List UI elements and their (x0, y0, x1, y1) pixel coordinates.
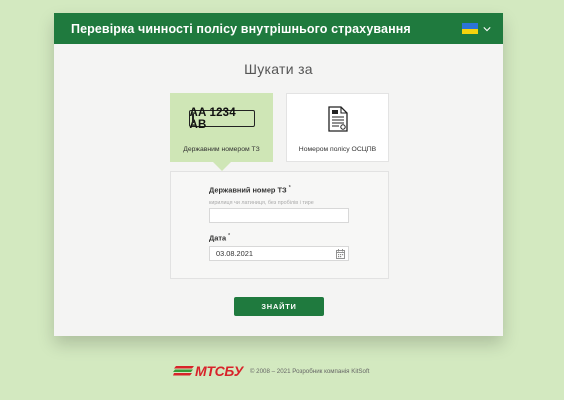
search-form: Державний номер ТЗ * кирилиця чи латиниц… (170, 171, 389, 279)
search-heading: Шукати за (244, 61, 313, 77)
logo-stripes-icon (173, 366, 194, 376)
search-by-policy-option[interactable]: Номером полісу ОСЦПВ (286, 93, 389, 162)
license-plate-icon: AA 1234 AB (188, 107, 255, 131)
main-card: Перевірка чинності полісу внутрішнього с… (54, 13, 503, 336)
chevron-down-icon (483, 26, 491, 31)
document-icon (327, 106, 348, 132)
calendar-icon[interactable] (336, 249, 345, 259)
ukraine-flag-icon (462, 23, 478, 34)
search-by-policy-label: Номером полісу ОСЦПВ (298, 146, 377, 153)
date-value: 03.08.2021 (216, 249, 253, 258)
plate-field-hint: кирилиця чи латиниця, без пробілів і тир… (209, 200, 314, 206)
search-submit-button[interactable]: ЗНАЙТИ (234, 297, 324, 316)
search-by-plate-label: Державним номером ТЗ (183, 146, 260, 153)
plate-number-input[interactable] (209, 208, 349, 223)
language-selector[interactable] (462, 23, 491, 34)
search-by-plate-option[interactable]: AA 1234 AB Державним номером ТЗ (170, 93, 273, 162)
header-bar: Перевірка чинності полісу внутрішнього с… (54, 13, 503, 44)
footer: МТСБУ © 2008 – 2021 Розробник компанія K… (173, 363, 369, 379)
selected-option-pointer (213, 162, 231, 171)
date-input[interactable]: 03.08.2021 (209, 246, 349, 261)
date-field-label: Дата * (209, 233, 231, 243)
logo-text: МТСБУ (195, 363, 243, 379)
plate-field-label: Державний номер ТЗ * (209, 185, 291, 195)
mtsbu-logo[interactable]: МТСБУ (173, 363, 243, 379)
page-title: Перевірка чинності полісу внутрішнього с… (71, 21, 411, 36)
copyright-text: © 2008 – 2021 Розробник компанія KitSoft (249, 367, 370, 375)
